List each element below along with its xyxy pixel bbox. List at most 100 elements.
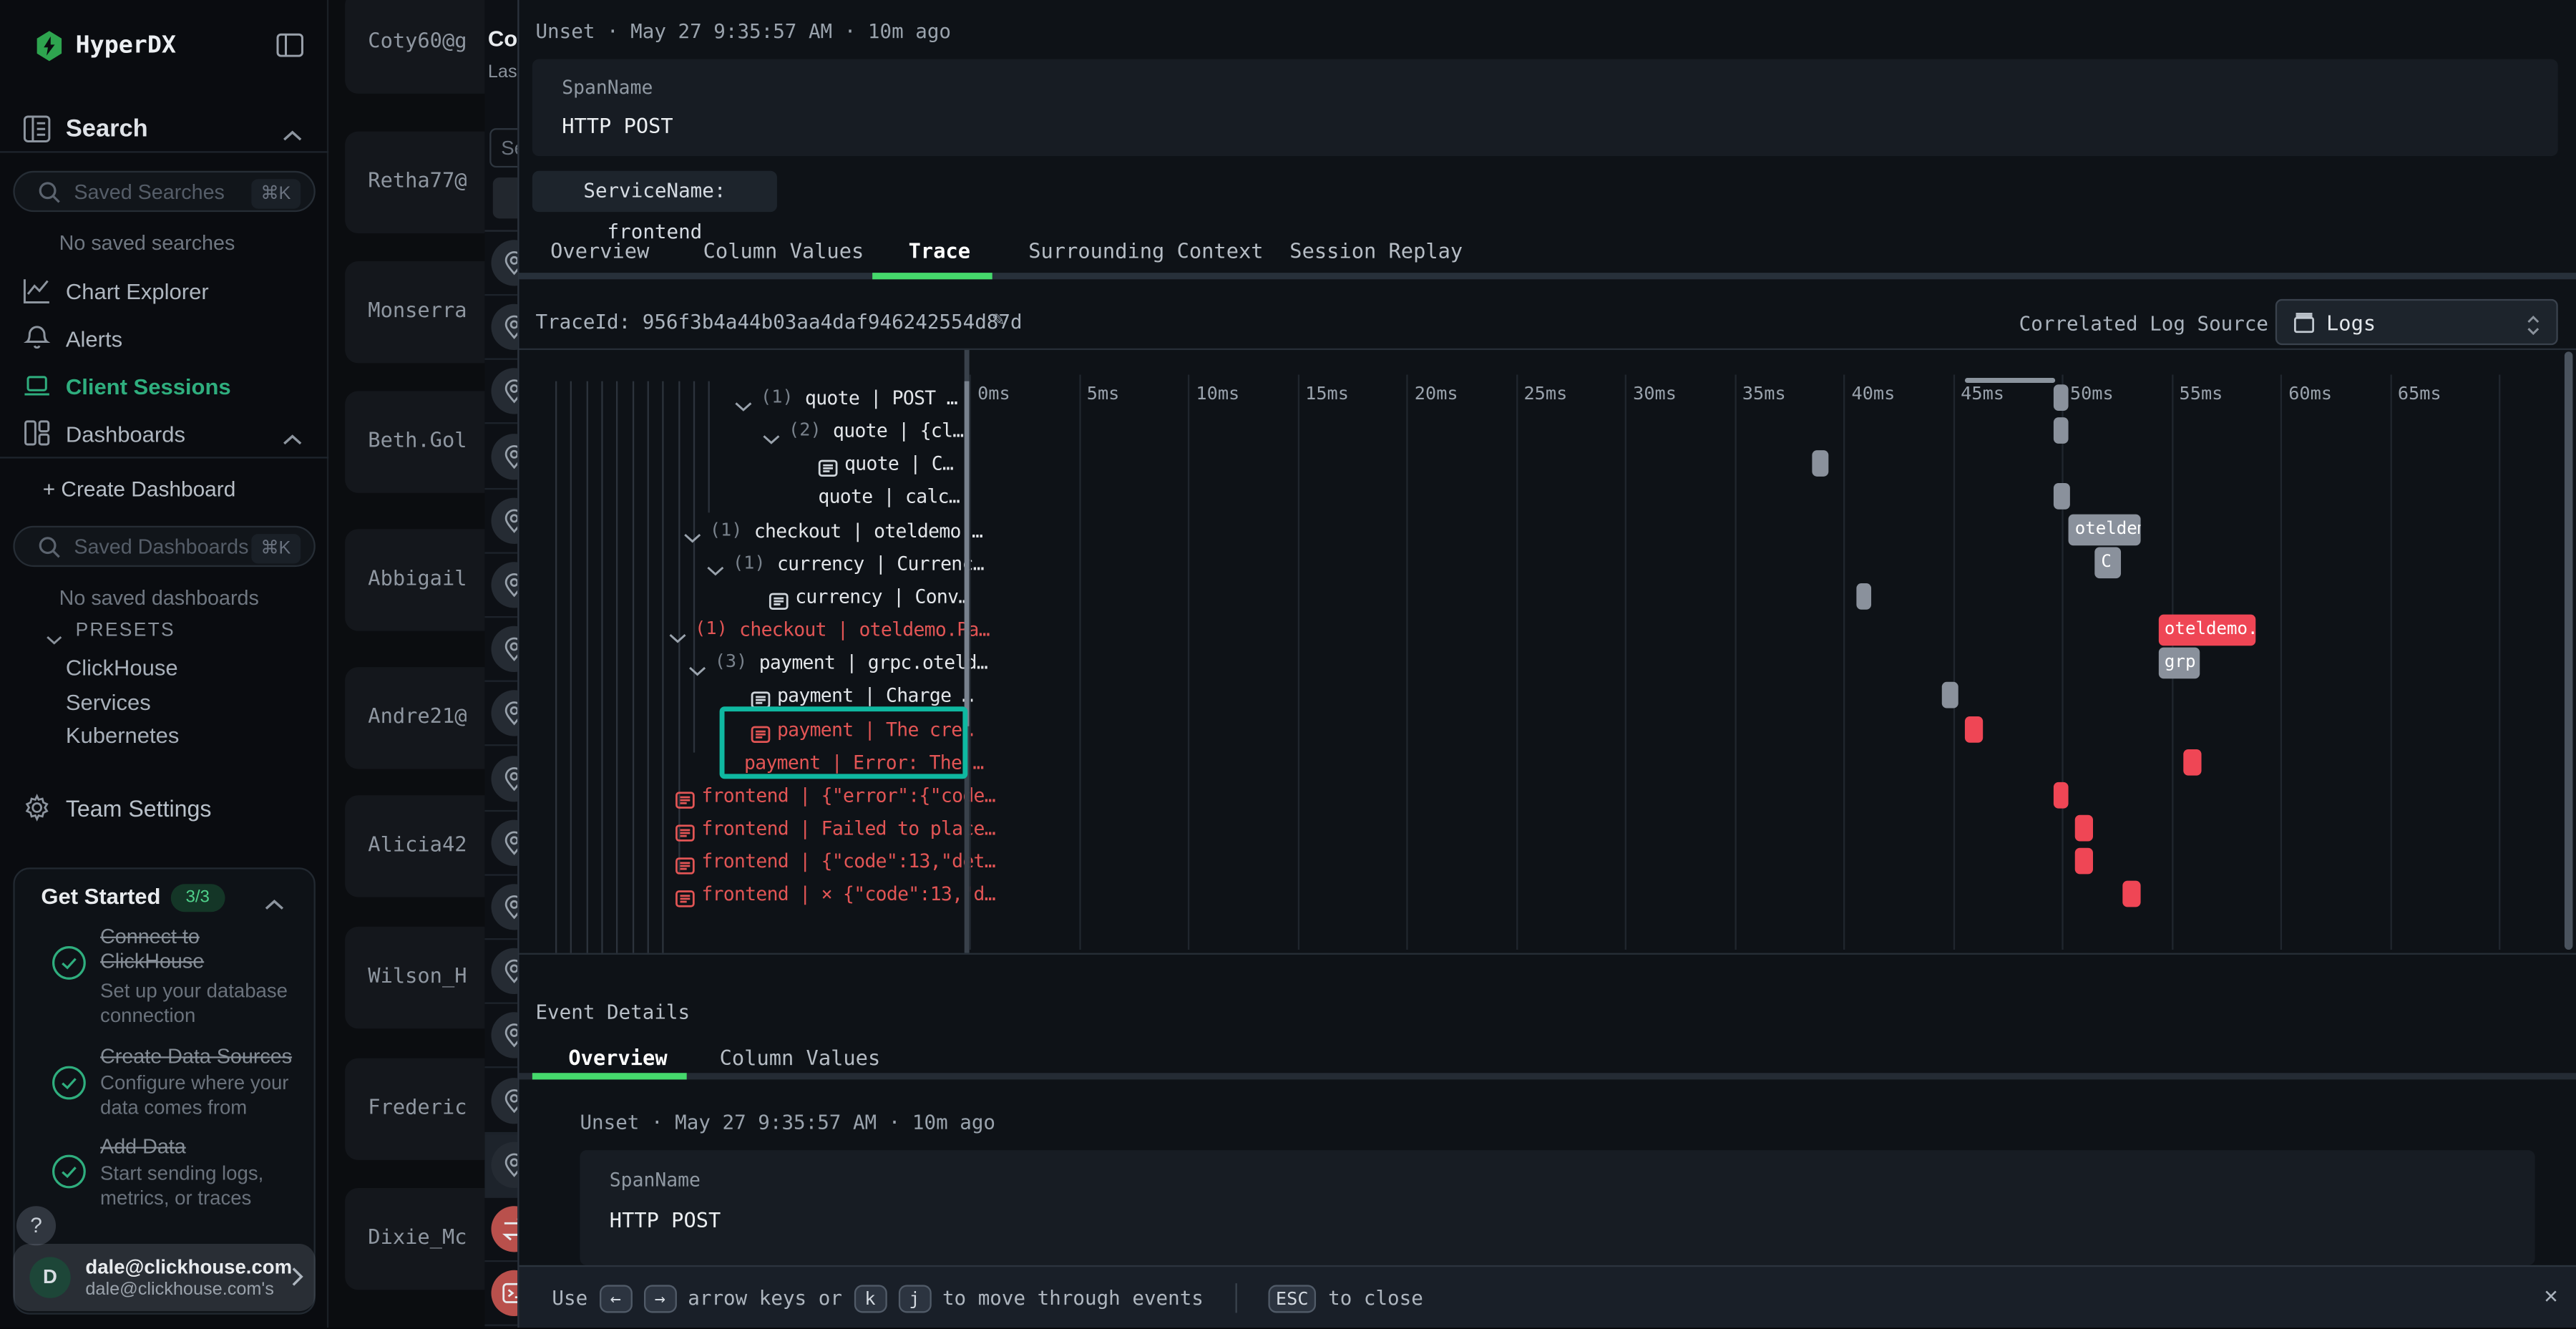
session-event-row[interactable] [484,490,517,554]
session-event-row[interactable] [484,1262,517,1327]
chevron-down-icon[interactable] [688,653,706,671]
span-label[interactable]: quote | C… [844,452,953,475]
sidebar-item-chart-explorer[interactable]: Chart Explorer [66,279,209,303]
close-icon[interactable]: ✕ [2544,1283,2557,1310]
span-label[interactable]: currency | Conv… [795,585,969,608]
sidebar-item-search[interactable]: Search [66,115,148,143]
session-event-row[interactable] [484,940,517,1005]
panel-scrollbar[interactable] [2565,351,2572,950]
trace-tree-row[interactable]: (1)checkout | oteldemo.Pa… [519,613,965,646]
get-started-item-title[interactable]: Connect to ClickHouse [100,925,301,975]
span-label[interactable]: frontend | {"code":13,"det… [701,850,995,872]
trace-tree-row[interactable]: (1)quote | POST … [519,381,965,414]
preset-kubernetes[interactable]: Kubernetes [66,723,180,747]
session-filter-button[interactable] [493,177,517,218]
tab-overview[interactable]: Overview [550,238,649,263]
span-duration-bar[interactable] [1856,583,1871,610]
get-started-item-title[interactable]: Add Data [100,1135,301,1159]
tab-column-values[interactable]: Column Values [703,238,864,263]
session-event-row[interactable] [484,296,517,361]
chevron-down-icon[interactable] [46,624,62,637]
trace-tree-row[interactable]: frontend | Failed to place… [519,812,965,844]
span-duration-bar[interactable] [2184,749,2201,775]
span-duration-bar[interactable] [2053,384,2068,411]
session-event-row[interactable] [484,425,517,490]
trace-tree-row[interactable]: frontend | {"code":13,"det… [519,844,965,877]
session-search-input[interactable] [489,128,517,167]
service-name-chip[interactable]: ServiceName: frontend [532,171,777,212]
span-label[interactable]: frontend | {"error":{"code… [701,784,995,807]
span-duration-bar[interactable] [2075,848,2092,875]
create-dashboard-button[interactable]: + Create Dashboard [43,477,236,501]
chevron-up-icon[interactable] [265,890,285,910]
tab-trace[interactable]: Trace [909,238,970,263]
collapse-sidebar-icon[interactable] [276,33,304,57]
session-event-row[interactable] [484,876,517,940]
span-label[interactable]: quote | POST … [805,386,957,409]
span-duration-bar[interactable]: C [2094,547,2121,579]
sidebar-item-alerts[interactable]: Alerts [66,327,122,351]
trace-tree-row[interactable]: frontend | {"error":{"code… [519,779,965,812]
session-event-row[interactable] [484,747,517,812]
sidebar-item-client-sessions[interactable]: Client Sessions [66,374,231,399]
help-button[interactable]: ? [16,1206,56,1245]
session-event-row[interactable] [484,232,517,296]
trace-id[interactable]: TraceId: 956f3b4a44b03aa4daf946242554d87… [535,311,1022,334]
presets-header[interactable]: PRESETS [76,621,175,641]
tree-scrollbar-thumb[interactable] [965,381,970,726]
span-label[interactable]: currency | Currenc… [777,552,984,575]
span-duration-bar[interactable] [2053,484,2070,510]
get-started-item-title[interactable]: Create Data Sources [100,1045,301,1069]
session-event-row[interactable] [484,1069,517,1134]
span-duration-bar[interactable] [2053,417,2068,444]
saved-dashboards-input[interactable]: ⌘K [13,526,315,567]
span-label[interactable]: quote | calc… [818,485,960,508]
saved-searches-input[interactable]: ⌘K [13,171,315,212]
timeline-hscrollbar[interactable] [1965,378,2055,383]
tab-ed-overview[interactable]: Overview [568,1045,667,1069]
session-event-row[interactable] [484,1134,517,1198]
tab-ed-column-values[interactable]: Column Values [720,1045,881,1069]
tab-session-replay[interactable]: Session Replay [1289,238,1463,263]
trace-tree-row[interactable]: (1)checkout | oteldemo.… [519,514,965,547]
span-label[interactable]: quote | {cl… [833,419,963,442]
session-event-row[interactable] [484,1198,517,1262]
log-source-select[interactable]: Logs [2275,299,2558,345]
span-label[interactable]: frontend | × {"code":13,"d… [701,882,995,905]
session-event-row[interactable] [484,683,517,747]
sidebar-item-dashboards[interactable]: Dashboards [66,422,185,447]
session-event-row[interactable] [484,361,517,425]
trace-tree-row[interactable]: (2)quote | {cl… [519,414,965,447]
tab-surrounding-context[interactable]: Surrounding Context [1028,238,1263,263]
span-duration-bar[interactable]: oteldemo. [2158,614,2256,646]
chevron-up-icon[interactable] [283,426,303,446]
chevron-up-icon[interactable] [283,122,303,142]
trace-tree-row[interactable]: frontend | × {"code":13,"d… [519,878,965,911]
span-duration-bar[interactable]: grp [2158,647,2200,678]
span-label[interactable]: checkout | oteldemo.… [754,519,982,542]
preset-services[interactable]: Services [66,690,151,714]
span-duration-bar[interactable] [2053,782,2068,808]
trace-tree-row[interactable]: quote | calc… [519,480,965,513]
chevron-down-icon[interactable] [762,421,780,439]
trace-tree-row[interactable]: (1)currency | Currenc… [519,547,965,580]
trace-tree-row[interactable]: currency | Conv… [519,580,965,613]
session-event-row[interactable] [484,554,517,618]
chevron-down-icon[interactable] [734,388,752,406]
chevron-down-icon[interactable] [683,520,701,538]
trace-tree-row[interactable]: (3)payment | grpc.oteld… [519,646,965,679]
span-duration-bar[interactable]: oteldemo. [2069,515,2141,546]
span-duration-bar[interactable] [2075,815,2092,842]
preset-clickhouse[interactable]: ClickHouse [66,656,178,680]
edit-pencil-icon[interactable]: ✎ [992,307,1005,330]
span-duration-bar[interactable] [1966,716,1983,742]
span-duration-bar[interactable] [1813,451,1828,477]
user-menu[interactable]: D dale@clickhouse.com dale@clickhouse.co… [13,1244,315,1311]
span-label[interactable]: payment | Charge … [777,684,973,707]
session-event-row[interactable] [484,1005,517,1069]
session-event-row[interactable] [484,618,517,683]
span-duration-bar[interactable] [1941,683,1958,709]
session-event-row[interactable] [484,812,517,876]
chevron-down-icon[interactable] [668,620,686,638]
chevron-down-icon[interactable] [706,553,724,571]
